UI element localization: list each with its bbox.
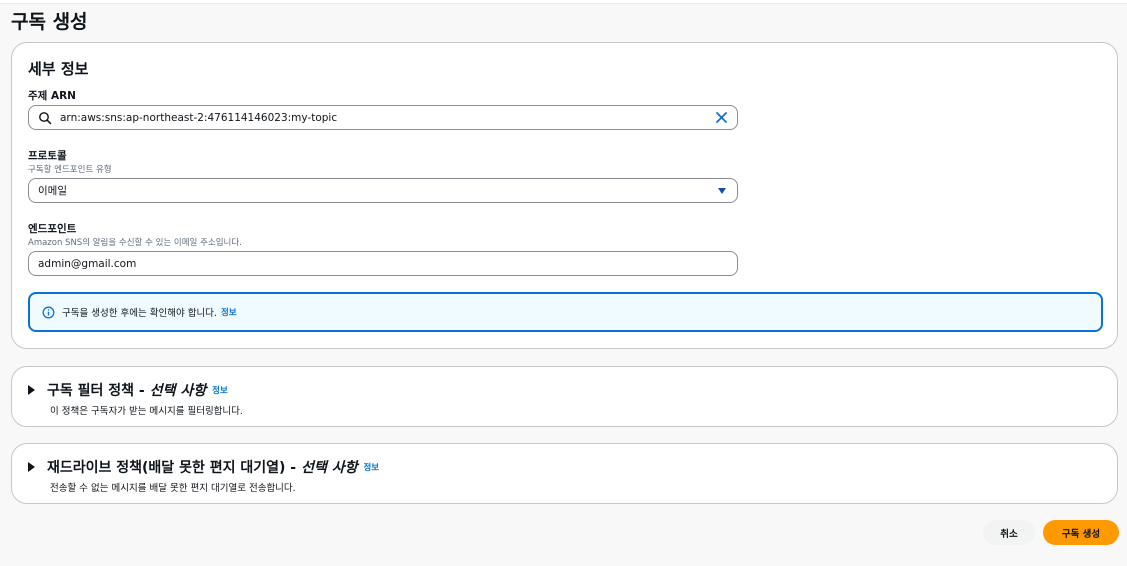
protocol-select[interactable]: 이메일: [28, 178, 738, 203]
details-title: 세부 정보: [28, 60, 89, 78]
redrive-policy-panel: 재드라이브 정책(배달 못한 편지 대기열) - 선택 사항 정보 전송할 수 …: [11, 443, 1118, 504]
alert-info-link[interactable]: 정보: [221, 306, 237, 318]
redrive-policy-title: 재드라이브 정책(배달 못한 편지 대기열) -: [47, 460, 297, 476]
page-title: 구독 생성: [11, 11, 88, 33]
close-icon[interactable]: [715, 111, 728, 124]
protocol-label: 프로토콜: [28, 150, 67, 162]
endpoint-value: admin@gmail.com: [38, 257, 137, 270]
info-alert: 구독을 생성한 후에는 확인해야 합니다. 정보: [28, 292, 1103, 332]
topic-arn-input[interactable]: arn:aws:sns:ap-northeast-2:476114146023:…: [28, 105, 738, 130]
protocol-selected: 이메일: [38, 185, 67, 197]
topic-arn-label: 주제 ARN: [28, 90, 76, 102]
endpoint-input[interactable]: admin@gmail.com: [28, 251, 738, 276]
filter-policy-description: 이 정책은 구독자가 받는 메시지를 필터링합니다.: [50, 406, 243, 417]
filter-policy-toggle[interactable]: 구독 필터 정책 - 선택 사항 정보: [28, 380, 228, 400]
endpoint-description: Amazon SNS의 알림을 수신할 수 있는 이메일 주소입니다.: [28, 238, 242, 248]
redrive-policy-info-link[interactable]: 정보: [363, 461, 379, 473]
filter-policy-info-link[interactable]: 정보: [212, 384, 228, 396]
top-bar: [0, 0, 1127, 4]
info-icon: [42, 306, 55, 318]
filter-policy-optional: 선택 사항: [149, 383, 207, 399]
endpoint-label: 엔드포인트: [28, 223, 77, 235]
filter-policy-title: 구독 필터 정책 -: [47, 383, 145, 399]
redrive-policy-optional: 선택 사항: [301, 460, 358, 476]
cancel-button[interactable]: 취소: [983, 520, 1035, 545]
redrive-policy-description: 전송할 수 없는 메시지를 배달 못한 편지 대기열로 전송합니다.: [50, 483, 296, 494]
topic-arn-value: arn:aws:sns:ap-northeast-2:476114146023:…: [60, 111, 338, 124]
protocol-description: 구독할 엔드포인트 유형: [28, 165, 112, 175]
search-icon: [39, 111, 52, 124]
caret-right-icon: [28, 385, 35, 395]
caret-down-icon: [718, 188, 726, 194]
alert-text: 구독을 생성한 후에는 확인해야 합니다.: [62, 308, 217, 319]
caret-right-icon: [28, 462, 35, 472]
details-panel: 세부 정보 주제 ARN arn:aws:sns:ap-northeast-2:…: [11, 42, 1118, 349]
create-subscription-button[interactable]: 구독 생성: [1043, 520, 1119, 545]
redrive-policy-toggle[interactable]: 재드라이브 정책(배달 못한 편지 대기열) - 선택 사항 정보: [28, 457, 379, 477]
filter-policy-panel: 구독 필터 정책 - 선택 사항 정보 이 정책은 구독자가 받는 메시지를 필…: [11, 366, 1118, 427]
